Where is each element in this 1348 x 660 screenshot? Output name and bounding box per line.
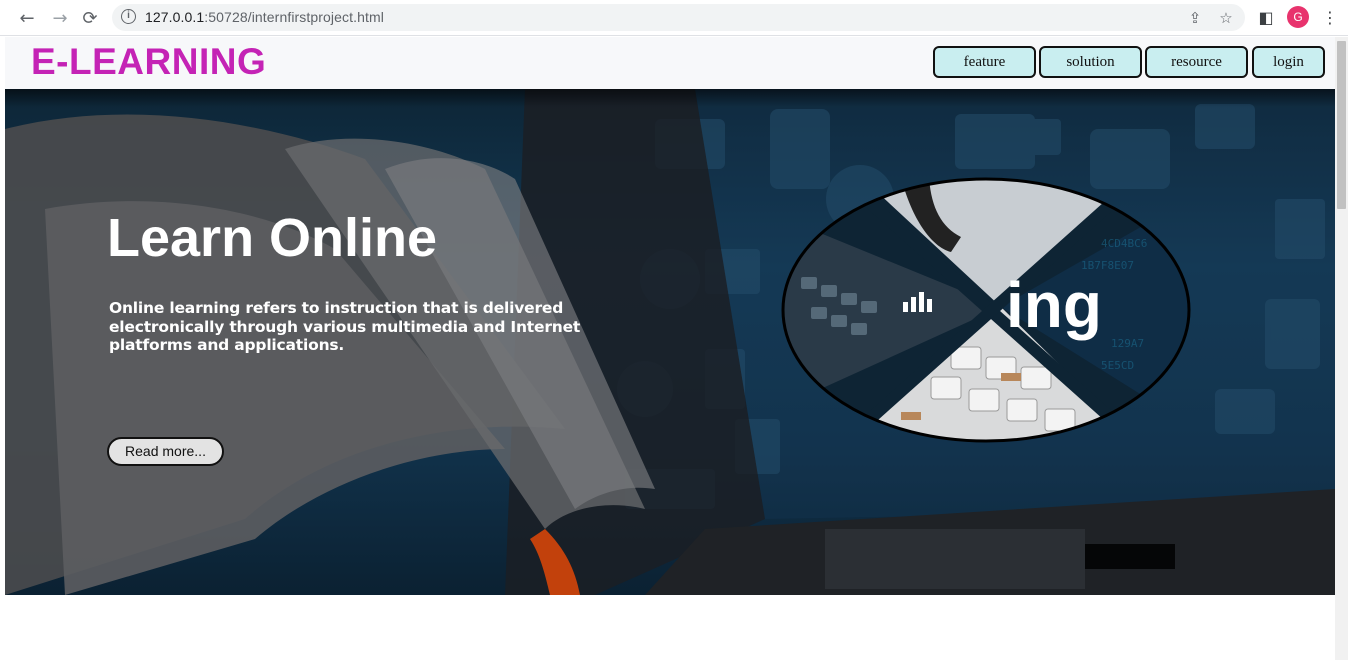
- address-bar[interactable]: i 127.0.0.1:50728/internfirstproject.htm…: [112, 4, 1245, 31]
- url-host: 127.0.0.1: [145, 9, 205, 25]
- site-header: E-LEARNING feature solution resource log…: [5, 37, 1335, 89]
- hero-top-shadow: [5, 89, 1335, 107]
- nav-solution-button[interactable]: solution: [1039, 46, 1142, 78]
- browser-toolbar: ← → ⟳ i 127.0.0.1:50728/internfirstproje…: [0, 0, 1348, 36]
- reload-icon[interactable]: ⟳: [78, 6, 102, 30]
- url-path: :50728/internfirstproject.html: [204, 9, 384, 25]
- hero-title: Learn Online: [107, 208, 438, 268]
- hero-collage-image: 4CD4BC6 1B7F8E07 129A7 5E5CD ing: [781, 177, 1191, 443]
- share-icon[interactable]: ⇪: [1186, 9, 1204, 27]
- read-more-button[interactable]: Read more...: [107, 437, 224, 466]
- nav-feature-button[interactable]: feature: [933, 46, 1036, 78]
- profile-avatar[interactable]: G: [1287, 6, 1309, 28]
- svg-text:129A7: 129A7: [1111, 337, 1144, 350]
- back-arrow-icon[interactable]: ←: [15, 6, 39, 30]
- nav-login-button[interactable]: login: [1252, 46, 1325, 78]
- nav-resource-button[interactable]: resource: [1145, 46, 1248, 78]
- forward-arrow-icon[interactable]: →: [48, 6, 72, 30]
- hero-banner: Learn Online Online learning refers to i…: [5, 89, 1335, 595]
- hero-description: Online learning refers to instruction th…: [109, 299, 581, 354]
- svg-text:5E5CD: 5E5CD: [1101, 359, 1134, 372]
- svg-text:4CD4BC6: 4CD4BC6: [1101, 237, 1147, 250]
- site-logo[interactable]: E-LEARNING: [31, 41, 266, 83]
- site-info-icon[interactable]: i: [121, 9, 136, 24]
- page-viewport: E-LEARNING feature solution resource log…: [0, 37, 1348, 660]
- scrollbar-thumb[interactable]: [1337, 41, 1346, 209]
- collage-word: ing: [1006, 269, 1102, 341]
- page-scrollbar[interactable]: [1335, 37, 1348, 660]
- bookmark-star-icon[interactable]: ☆: [1217, 9, 1235, 27]
- side-panel-icon[interactable]: ◧: [1256, 8, 1276, 28]
- url-text: 127.0.0.1:50728/internfirstproject.html: [145, 9, 384, 25]
- more-menu-icon[interactable]: ⋮: [1320, 8, 1340, 28]
